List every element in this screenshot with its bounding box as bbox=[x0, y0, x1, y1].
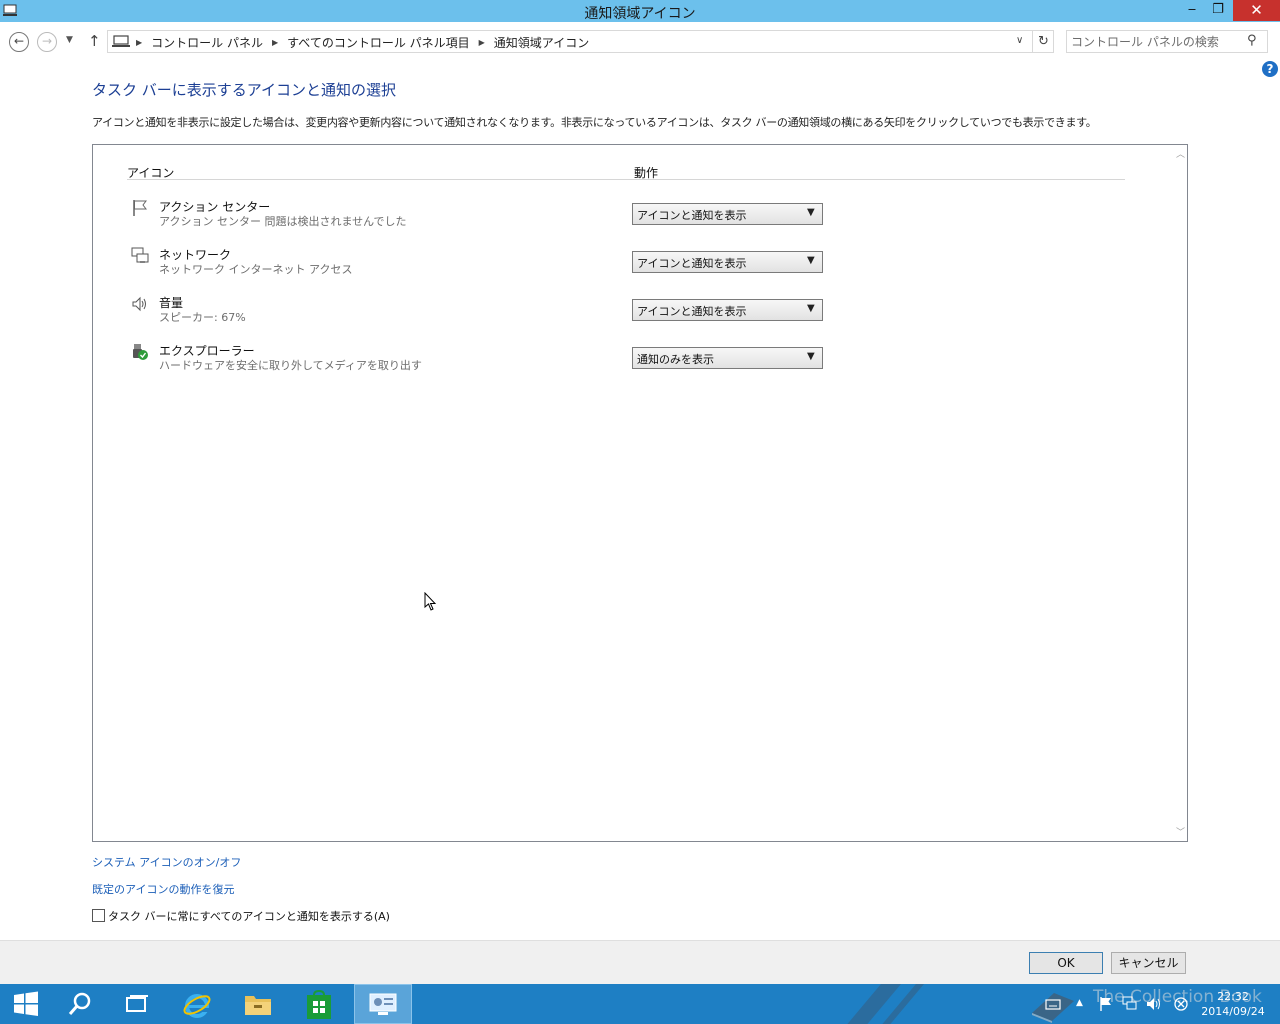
address-history-dropdown[interactable]: ∨ bbox=[1016, 35, 1023, 46]
chevron-down-icon: ▼ bbox=[807, 303, 815, 314]
scroll-up-icon[interactable]: ︿ bbox=[1173, 147, 1188, 160]
page-description: アイコンと通知を非表示に設定した場合は、変更内容や更新内容について通知されなくな… bbox=[92, 116, 1097, 129]
keyboard-icon[interactable] bbox=[1045, 996, 1061, 1012]
notification-area-icons-icon bbox=[369, 993, 397, 1015]
control-panel-taskbar-button[interactable] bbox=[354, 984, 412, 1024]
taskbar-clock[interactable]: 22:32 2014/09/24 bbox=[1196, 989, 1270, 1019]
chevron-down-icon: ▼ bbox=[807, 207, 815, 218]
title-bar: 通知領域アイコン ‒ ❐ ✕ bbox=[0, 0, 1280, 22]
row-description: スピーカー: 67% bbox=[159, 311, 246, 324]
search-icon[interactable]: ⚲ bbox=[1247, 33, 1257, 48]
page-title: タスク バーに表示するアイコンと通知の選択 bbox=[92, 81, 397, 99]
restore-defaults-link[interactable]: 既定のアイコンの動作を復元 bbox=[92, 881, 234, 897]
breadcrumb-separator-icon[interactable]: ▶ bbox=[479, 38, 485, 47]
usb-eject-icon bbox=[133, 344, 148, 360]
show-hidden-icons-button[interactable]: ▲ bbox=[1076, 998, 1083, 1008]
folder-icon bbox=[245, 996, 271, 1015]
breadcrumb-separator-icon[interactable]: ▶ bbox=[136, 38, 142, 47]
start-button[interactable] bbox=[0, 984, 54, 1024]
list-item: エクスプローラー ハードウェアを安全に取り外してメディアを取り出す 通知のみを表… bbox=[93, 341, 1163, 381]
speaker-icon bbox=[132, 296, 146, 312]
flag-icon[interactable] bbox=[1098, 996, 1114, 1012]
task-view-button[interactable] bbox=[110, 984, 164, 1024]
task-view-icon bbox=[126, 995, 148, 1012]
row-description: アクション センター 問題は検出されませんでした bbox=[159, 215, 407, 228]
dialog-footer: OK キャンセル bbox=[0, 940, 1280, 984]
address-row: ← → ▼ ↑ ▶ コントロール パネル ▶ すべてのコントロール パネル項目 … bbox=[0, 22, 1280, 60]
ok-button[interactable]: OK bbox=[1029, 952, 1103, 974]
vertical-scrollbar[interactable]: ︿ ﹀ bbox=[1173, 145, 1188, 841]
window-title: 通知領域アイコン bbox=[584, 6, 696, 22]
taskbar-search-button[interactable] bbox=[54, 984, 108, 1024]
speaker-icon[interactable] bbox=[1146, 996, 1162, 1012]
windows-logo-icon bbox=[14, 991, 38, 1016]
row-description: ハードウェアを安全に取り外してメディアを取り出す bbox=[159, 359, 422, 372]
behavior-select-value: 通知のみを表示 bbox=[637, 353, 714, 366]
behavior-select-value: アイコンと通知を表示 bbox=[637, 209, 747, 222]
cancel-button[interactable]: キャンセル bbox=[1111, 952, 1186, 974]
mouse-pointer-icon bbox=[424, 592, 437, 611]
breadcrumb-notification-icons[interactable]: 通知領域アイコン bbox=[494, 34, 589, 51]
behavior-select-value: アイコンと通知を表示 bbox=[637, 305, 747, 318]
row-description: ネットワーク インターネット アクセス bbox=[159, 263, 353, 276]
chevron-down-icon: ▼ bbox=[807, 351, 815, 362]
network-icon[interactable] bbox=[1122, 996, 1138, 1012]
search-icon bbox=[68, 992, 91, 1015]
list-item: ネットワーク ネットワーク インターネット アクセス アイコンと通知を表示 ▼ bbox=[93, 245, 1163, 285]
back-button[interactable]: ← bbox=[9, 32, 29, 52]
store-icon bbox=[307, 990, 331, 1019]
breadcrumb-all-items[interactable]: すべてのコントロール パネル項目 bbox=[287, 34, 470, 51]
maximize-button[interactable]: ❐ bbox=[1206, 0, 1230, 21]
flag-icon bbox=[133, 200, 147, 216]
behavior-select[interactable]: アイコンと通知を表示 ▼ bbox=[632, 299, 823, 321]
store-button[interactable] bbox=[293, 984, 347, 1024]
show-all-icons-checkbox[interactable] bbox=[92, 909, 105, 922]
recent-locations-dropdown[interactable]: ▼ bbox=[66, 35, 73, 45]
file-explorer-button[interactable] bbox=[231, 984, 285, 1024]
icon-list-panel: アイコン 動作 アクション センター アクション センター 問題は検出されません… bbox=[92, 144, 1188, 842]
scroll-down-icon[interactable]: ﹀ bbox=[1173, 825, 1188, 838]
up-button[interactable]: ↑ bbox=[88, 32, 101, 50]
help-button[interactable]: ? bbox=[1262, 61, 1278, 77]
refresh-button[interactable]: ↻ bbox=[1032, 31, 1054, 52]
clock-time: 22:32 bbox=[1217, 990, 1249, 1003]
show-all-icons-label[interactable]: タスク バーに常にすべてのアイコンと通知を表示する(A) bbox=[108, 908, 390, 924]
network-icon bbox=[131, 247, 149, 263]
taskbar: The Collection Book ▲ 22:32 2014/09/24 bbox=[0, 984, 1280, 1024]
chevron-down-icon: ▼ bbox=[807, 255, 815, 266]
breadcrumb-control-panel[interactable]: コントロール パネル bbox=[151, 34, 263, 51]
internet-explorer-icon bbox=[183, 994, 211, 1018]
list-item: アクション センター アクション センター 問題は検出されませんでした アイコン… bbox=[93, 197, 1163, 237]
breadcrumb: ▶ コントロール パネル ▶ すべてのコントロール パネル項目 ▶ 通知領域アイ… bbox=[136, 34, 589, 51]
internet-explorer-button[interactable] bbox=[170, 984, 224, 1024]
search-input[interactable] bbox=[1071, 33, 1241, 50]
system-icons-link[interactable]: システム アイコンのオン/オフ bbox=[92, 854, 241, 870]
computer-icon bbox=[112, 35, 130, 47]
close-button[interactable]: ✕ bbox=[1233, 0, 1280, 21]
behavior-select[interactable]: アイコンと通知を表示 ▼ bbox=[632, 251, 823, 273]
breadcrumb-separator-icon[interactable]: ▶ bbox=[272, 38, 278, 47]
clock-date: 2014/09/24 bbox=[1201, 1005, 1265, 1018]
header-divider bbox=[127, 179, 1125, 180]
minimize-button[interactable]: ‒ bbox=[1180, 0, 1204, 21]
search-box[interactable]: ⚲ bbox=[1066, 30, 1268, 53]
behavior-select-value: アイコンと通知を表示 bbox=[637, 257, 747, 270]
ime-disabled-icon[interactable] bbox=[1173, 996, 1189, 1012]
behavior-select[interactable]: アイコンと通知を表示 ▼ bbox=[632, 203, 823, 225]
forward-button[interactable]: → bbox=[37, 32, 57, 52]
behavior-select[interactable]: 通知のみを表示 ▼ bbox=[632, 347, 823, 369]
address-bar[interactable]: ▶ コントロール パネル ▶ すべてのコントロール パネル項目 ▶ 通知領域アイ… bbox=[107, 30, 1054, 53]
list-item: 音量 スピーカー: 67% アイコンと通知を表示 ▼ bbox=[93, 293, 1163, 333]
